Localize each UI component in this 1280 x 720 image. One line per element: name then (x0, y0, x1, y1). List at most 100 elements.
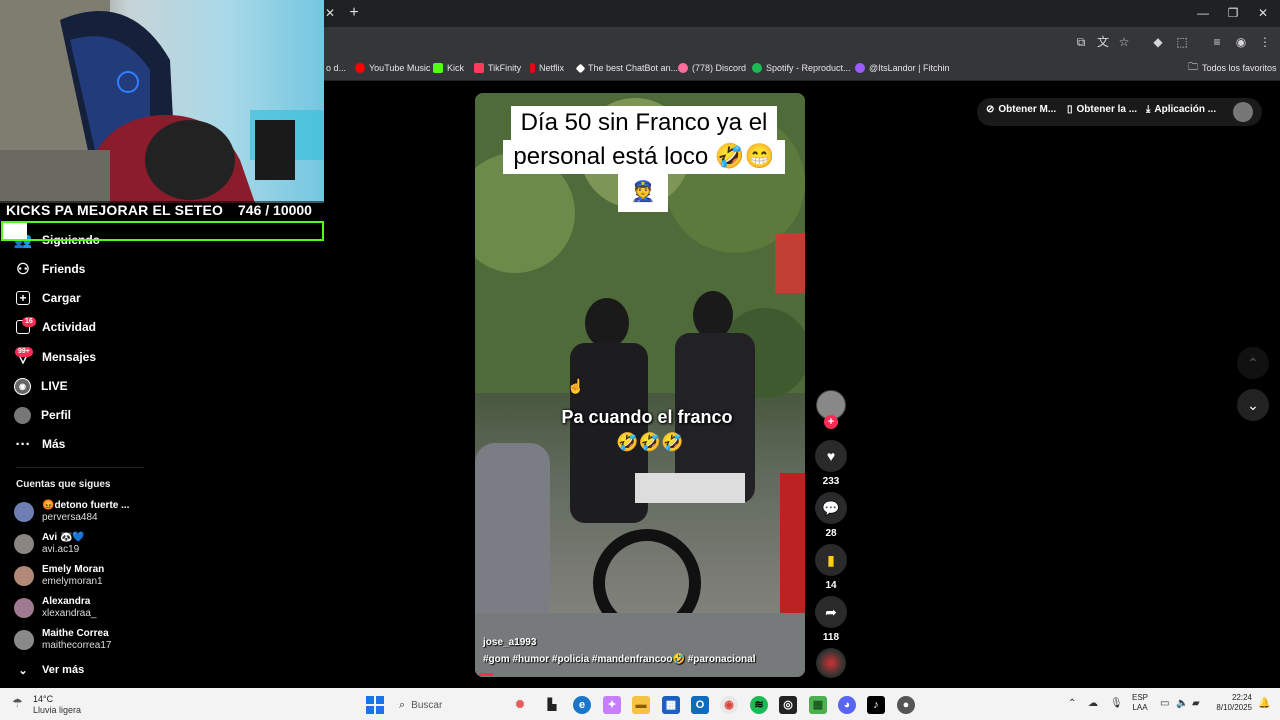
tray-expand-icon[interactable]: ⌃ (1068, 698, 1076, 709)
account-avatar (14, 566, 34, 586)
search-icon: ⌕ (399, 698, 406, 711)
all-bookmarks[interactable]: 🗀 Todos los favoritos (1188, 60, 1277, 76)
next-video-button[interactable]: ⌄ (1237, 389, 1269, 421)
tab-close-icon[interactable]: ✕ (322, 5, 338, 21)
bookmark-youtube-music[interactable]: YouTube Music (355, 60, 430, 76)
chrome-icon[interactable]: ◉ (720, 696, 738, 714)
keyboard-layout: LAA (1132, 703, 1148, 712)
comment-button[interactable]: 💬 28 (815, 492, 847, 539)
sidebar-item-mas[interactable]: ··· Más (14, 432, 66, 456)
followed-account[interactable]: Avi 🐼💙 avi.ac19 (14, 532, 85, 556)
discord-taskbar-icon[interactable]: ◕ (838, 696, 856, 714)
bookmark-netflix[interactable]: Netflix (530, 60, 564, 76)
minecraft-icon[interactable]: ▩ (809, 696, 827, 714)
followed-account[interactable]: Maithe Correa maithecorrea17 (14, 628, 111, 652)
desktop-app-button[interactable]: ⤓ Aplicación ... (1146, 104, 1216, 115)
bookmark-star-icon[interactable]: ☆ (1116, 34, 1132, 50)
task-view-icon[interactable]: ▙ (543, 696, 561, 714)
get-app-button[interactable]: ▯ Obtener la ... (1067, 104, 1137, 115)
kicks-goal-label: KICKS PA MEJORAR EL SETEO (6, 202, 224, 218)
widget-app-icon[interactable]: ✺ (511, 696, 529, 714)
browser-menu-icon[interactable]: ⋮ (1257, 34, 1273, 50)
tiktok-icon[interactable]: ♪ (867, 696, 885, 714)
volume-icon[interactable]: 🔈 (1176, 698, 1188, 709)
bookmark-label: YouTube Music (369, 63, 431, 73)
sidebar-item-label: Actividad (42, 320, 97, 334)
obs-icon[interactable]: ◎ (779, 696, 797, 714)
bookmark-discord[interactable]: (778) Discord (678, 60, 746, 76)
spotify-taskbar-icon[interactable]: ≋ (750, 696, 768, 714)
notification-bell-icon[interactable]: 🔔 (1258, 698, 1270, 709)
file-explorer-icon[interactable]: ▬ (632, 696, 650, 714)
outlook-icon[interactable]: O (691, 696, 709, 714)
bookmark-tikfinity[interactable]: TikFinity (474, 60, 521, 76)
video-caption: Día 50 sin Franco ya el personal está lo… (502, 106, 786, 174)
bookmark-kick[interactable]: Kick (433, 60, 464, 76)
language-indicator[interactable]: ESP LAA (1132, 693, 1148, 713)
bookmark-chatbot[interactable]: The best ChatBot an... (575, 60, 678, 76)
sidebar-item-cargar[interactable]: + Cargar (14, 286, 81, 310)
bookmark-label: Netflix (539, 63, 565, 73)
caption-line: personal está loco 🤣😁 (503, 140, 785, 174)
previous-video-button[interactable]: ⌃ (1237, 347, 1269, 379)
maximize-icon[interactable]: ❐ (1218, 4, 1248, 22)
save-button[interactable]: ▮ 14 (815, 544, 847, 591)
extension-diamond-icon[interactable]: ◆ (1150, 34, 1166, 50)
comment-icon: 💬 (815, 492, 847, 524)
get-app-label: Obtener la ... (1076, 104, 1138, 115)
sidebar-item-perfil[interactable]: Perfil (14, 403, 71, 427)
translate-icon[interactable]: 文 (1095, 34, 1111, 50)
see-more-button[interactable]: ⌄ Ver más (14, 658, 84, 682)
close-window-icon[interactable]: ✕ (1248, 4, 1278, 22)
bookmark-fitchin[interactable]: @ItsLandor | Fitchin (855, 60, 950, 76)
like-button[interactable]: ♥ 233 (815, 440, 847, 487)
extensions-icon[interactable]: ⬚ (1174, 34, 1190, 50)
account-handle: maithecorrea17 (42, 640, 112, 651)
weather-temperature[interactable]: 14°C (33, 694, 53, 704)
video-hashtags[interactable]: #gom #humor #policia #mandenfrancoo🤣 #pa… (483, 654, 756, 665)
taskbar-search[interactable]: ⌕ Buscar (393, 694, 503, 716)
share-count: 118 (822, 632, 840, 643)
followed-account[interactable]: Emely Moran emelymoran1 (14, 564, 104, 588)
system-clock[interactable]: 22:24 8/10/2025 (1210, 693, 1252, 713)
cloud-icon[interactable]: ☁ (1088, 698, 1098, 709)
sidebar-item-friends[interactable]: ⚇ Friends (14, 257, 85, 281)
copilot-icon[interactable]: ✦ (603, 696, 621, 714)
followed-account[interactable]: Alexandra xlexandraa_ (14, 596, 96, 620)
bookmark-item[interactable]: o d... (326, 60, 346, 76)
follow-plus-icon[interactable]: + (824, 415, 838, 429)
discord-icon (678, 63, 688, 73)
video-progress-bar[interactable] (479, 673, 493, 676)
new-tab-button[interactable]: + (346, 4, 362, 22)
browser-profile-icon[interactable]: ◉ (1233, 34, 1249, 50)
battery-icon[interactable]: ▰ (1192, 698, 1200, 709)
bookmark-spotify[interactable]: Spotify - Reproduct... (752, 60, 851, 76)
windows-start-icon[interactable] (366, 696, 384, 714)
app-notification-icon[interactable]: ● (897, 696, 915, 714)
see-more-label: Ver más (42, 664, 85, 676)
bookmark-label: o d... (326, 63, 347, 73)
microphone-icon[interactable]: 🎙 (1110, 698, 1123, 709)
folder-icon: 🗀 (1188, 62, 1198, 73)
profile-avatar[interactable] (1233, 102, 1253, 122)
video-author[interactable]: jose_a1993 (483, 637, 536, 648)
kicks-progress-frame (1, 221, 324, 241)
bookmark-label: TikFinity (488, 63, 522, 73)
bookmark-label: @ItsLandor | Fitchin (869, 63, 950, 73)
network-icon[interactable]: ▭ (1160, 698, 1169, 709)
sidebar-item-live[interactable]: ◉ LIVE (14, 374, 68, 398)
store-icon[interactable]: ▦ (662, 696, 680, 714)
media-control-icon[interactable]: ≡ (1209, 34, 1225, 50)
account-avatar (14, 630, 34, 650)
install-app-icon[interactable]: ⧉ (1073, 34, 1089, 50)
weather-rain-icon[interactable]: ☂ (12, 696, 28, 712)
music-disc-icon[interactable] (816, 648, 846, 678)
get-coins-button[interactable]: ⊘ Obtener M... (986, 104, 1056, 115)
share-button[interactable]: ➦ 118 (815, 596, 847, 643)
weather-description[interactable]: Lluvia ligera (33, 705, 81, 715)
edge-browser-icon[interactable]: e (573, 696, 591, 714)
sidebar-divider (16, 467, 144, 468)
minimize-icon[interactable]: — (1188, 4, 1218, 22)
followed-account[interactable]: 😡detono fuerte ... perversa484 (14, 500, 129, 524)
desktop-app-label: Aplicación ... (1154, 104, 1217, 115)
